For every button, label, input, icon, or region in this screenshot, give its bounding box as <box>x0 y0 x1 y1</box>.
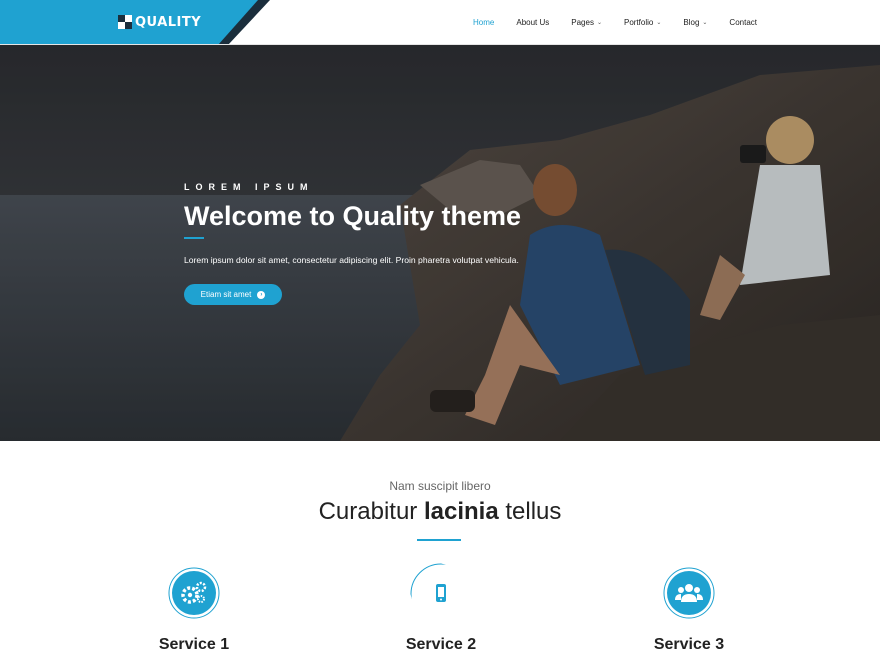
hero-cta-button[interactable]: Etiam sit amet › <box>184 284 282 305</box>
nav-item-portfolio[interactable]: Portfolio ⌄ <box>624 18 661 27</box>
heading-bold-part: lacinia <box>423 498 499 525</box>
section-subheading: Nam suscipit libero <box>389 479 491 493</box>
nav-label: Blog <box>683 18 700 27</box>
chevron-right-circle-icon: › <box>257 290 266 299</box>
nav-item-contact[interactable]: Contact <box>729 18 757 27</box>
chevron-down-icon: ⌄ <box>702 20 708 26</box>
hero-section: LOREM IPSUM Welcome to Quality theme Lor… <box>0 45 880 441</box>
nav-label: About Us <box>516 18 550 27</box>
nav-item-blog[interactable]: Blog ⌄ <box>683 18 707 27</box>
service-title: Service 3 <box>653 636 725 653</box>
users-icon <box>663 567 715 619</box>
section-heading: Curabitur lacinia tellus <box>0 498 880 526</box>
mobile-icon <box>410 563 462 615</box>
service-card-3[interactable]: Service 3 <box>635 567 755 660</box>
hero-title: Welcome to Quality theme <box>184 201 522 231</box>
logo-text: QUALITY <box>135 14 202 30</box>
main-nav: Home About Us Pages ⌄ Portfolio ⌄ Blog ⌄ Co… <box>451 0 757 45</box>
chevron-down-icon: ⌄ <box>596 20 602 26</box>
hero-cta-label: Etiam sit amet <box>200 290 252 299</box>
service-card-2[interactable]: Service 2 <box>387 563 507 660</box>
nav-item-about-us[interactable]: About Us <box>516 18 549 27</box>
hero-background-image <box>0 45 880 441</box>
nav-item-home[interactable]: Home <box>473 18 494 27</box>
nav-item-pages[interactable]: Pages ⌄ <box>571 18 602 27</box>
hero-divider <box>184 237 204 239</box>
section-divider <box>417 539 461 541</box>
nav-label: Home <box>473 18 495 27</box>
hero-kicker: LOREM IPSUM <box>184 182 314 192</box>
site-header: QUALITY Home About Us Pages ⌄ Portfolio ⌄ … <box>0 0 880 45</box>
service-title: Service 2 <box>405 636 477 653</box>
nav-label: Contact <box>729 18 757 27</box>
gears-icon <box>168 567 220 619</box>
heading-part: tellus <box>498 498 562 525</box>
service-title: Service 1 <box>158 636 230 653</box>
hero-description: Lorem ipsum dolor sit amet, consectetur … <box>184 255 519 265</box>
service-card-1[interactable]: Service 1 <box>140 567 260 660</box>
logo-mark-icon <box>118 15 132 29</box>
chevron-down-icon: ⌄ <box>656 20 662 26</box>
nav-label: Portfolio <box>623 18 654 27</box>
nav-label: Pages <box>571 18 594 27</box>
site-logo[interactable]: QUALITY <box>118 14 201 30</box>
heading-part: Curabitur <box>318 498 424 525</box>
